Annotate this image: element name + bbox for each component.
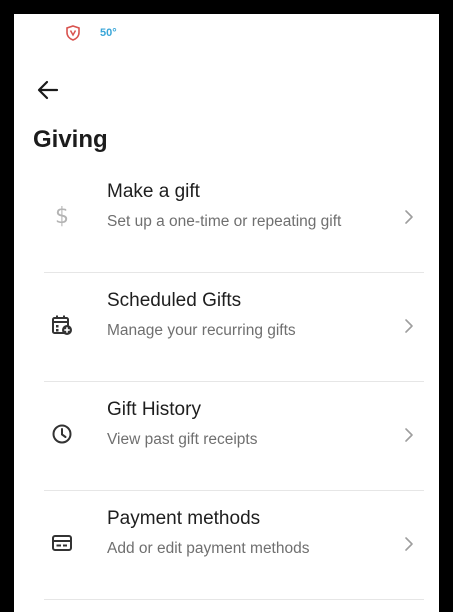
menu-item-subtitle: Add or edit payment methods — [107, 540, 310, 557]
status-bar: 50° — [14, 14, 439, 54]
menu-item-title: Gift History — [107, 399, 201, 420]
menu-item-title: Scheduled Gifts — [107, 290, 242, 311]
menu-item-subtitle: Manage your recurring gifts — [107, 322, 296, 339]
dollar-icon: $ — [55, 203, 69, 229]
shield-icon — [66, 25, 80, 41]
credit-card-icon — [50, 531, 74, 555]
back-button[interactable] — [32, 74, 64, 106]
clock-icon — [50, 422, 74, 446]
chevron-right-icon — [405, 210, 413, 224]
menu-item-make-a-gift[interactable]: $ Make a gift Set up a one-time or repea… — [44, 164, 424, 273]
menu-item-payment-methods[interactable]: Payment methods Add or edit payment meth… — [44, 491, 424, 600]
arrow-left-icon — [37, 80, 59, 100]
menu-item-scheduled-gifts[interactable]: Scheduled Gifts Manage your recurring gi… — [44, 273, 424, 382]
chevron-right-icon — [405, 319, 413, 333]
menu-item-gift-history[interactable]: Gift History View past gift receipts — [44, 382, 424, 491]
chevron-right-icon — [405, 537, 413, 551]
menu-item-title: Make a gift — [107, 181, 200, 202]
page-title: Giving — [33, 126, 108, 153]
menu-item-subtitle: View past gift receipts — [107, 431, 258, 448]
giving-screen: 50° Giving $ Make a gift Set up a one-ti… — [14, 14, 439, 612]
status-temperature: 50° — [100, 27, 117, 39]
chevron-right-icon — [405, 428, 413, 442]
menu-item-title: Payment methods — [107, 508, 261, 529]
giving-menu: $ Make a gift Set up a one-time or repea… — [44, 164, 424, 600]
menu-item-subtitle: Set up a one-time or repeating gift — [107, 213, 342, 230]
calendar-add-icon — [50, 313, 74, 337]
